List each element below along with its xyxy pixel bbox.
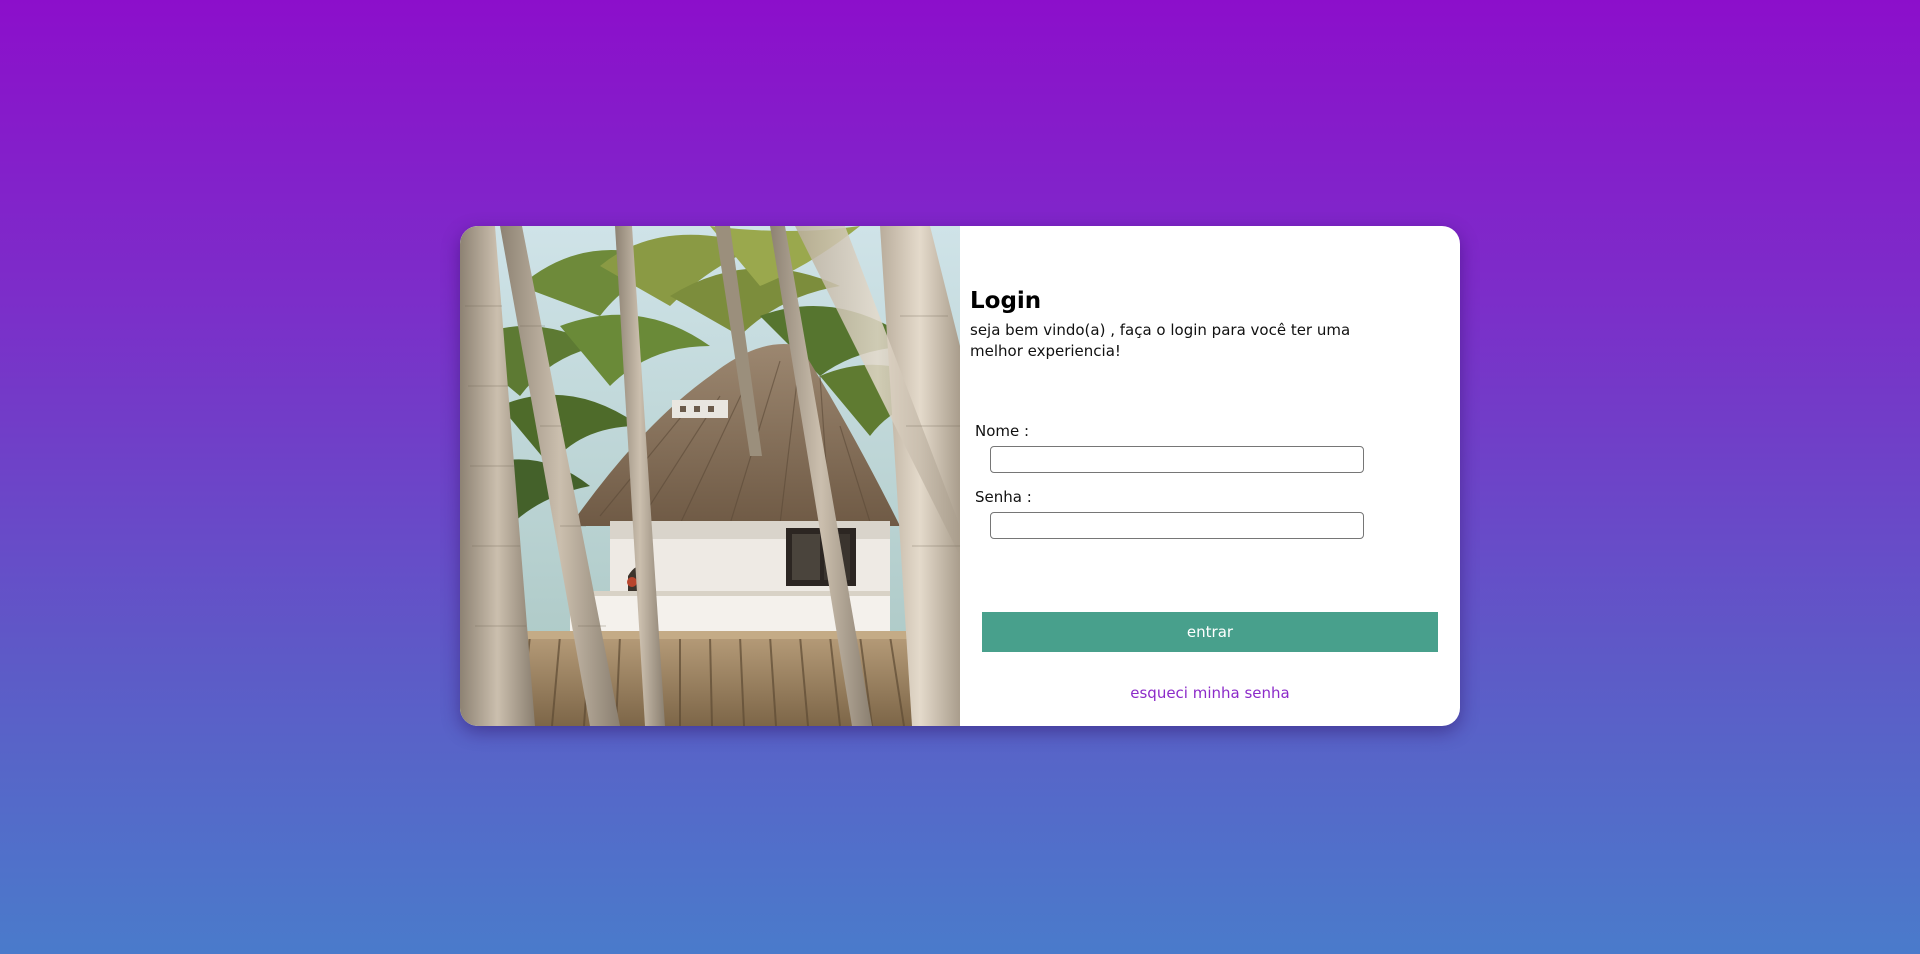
login-button[interactable]: entrar xyxy=(982,612,1438,652)
name-label: Nome : xyxy=(975,422,1030,440)
password-label: Senha : xyxy=(975,488,1032,506)
name-input[interactable] xyxy=(990,446,1364,473)
forgot-password-link[interactable]: esqueci minha senha xyxy=(960,684,1460,702)
login-card: Login seja bem vindo(a) , faça o login p… xyxy=(460,226,1460,726)
password-input[interactable] xyxy=(990,512,1364,539)
login-panel: Login seja bem vindo(a) , faça o login p… xyxy=(960,226,1460,726)
beach-hut-photo xyxy=(460,226,960,726)
login-title: Login xyxy=(970,288,1042,314)
login-subtitle: seja bem vindo(a) , faça o login para vo… xyxy=(970,321,1351,360)
